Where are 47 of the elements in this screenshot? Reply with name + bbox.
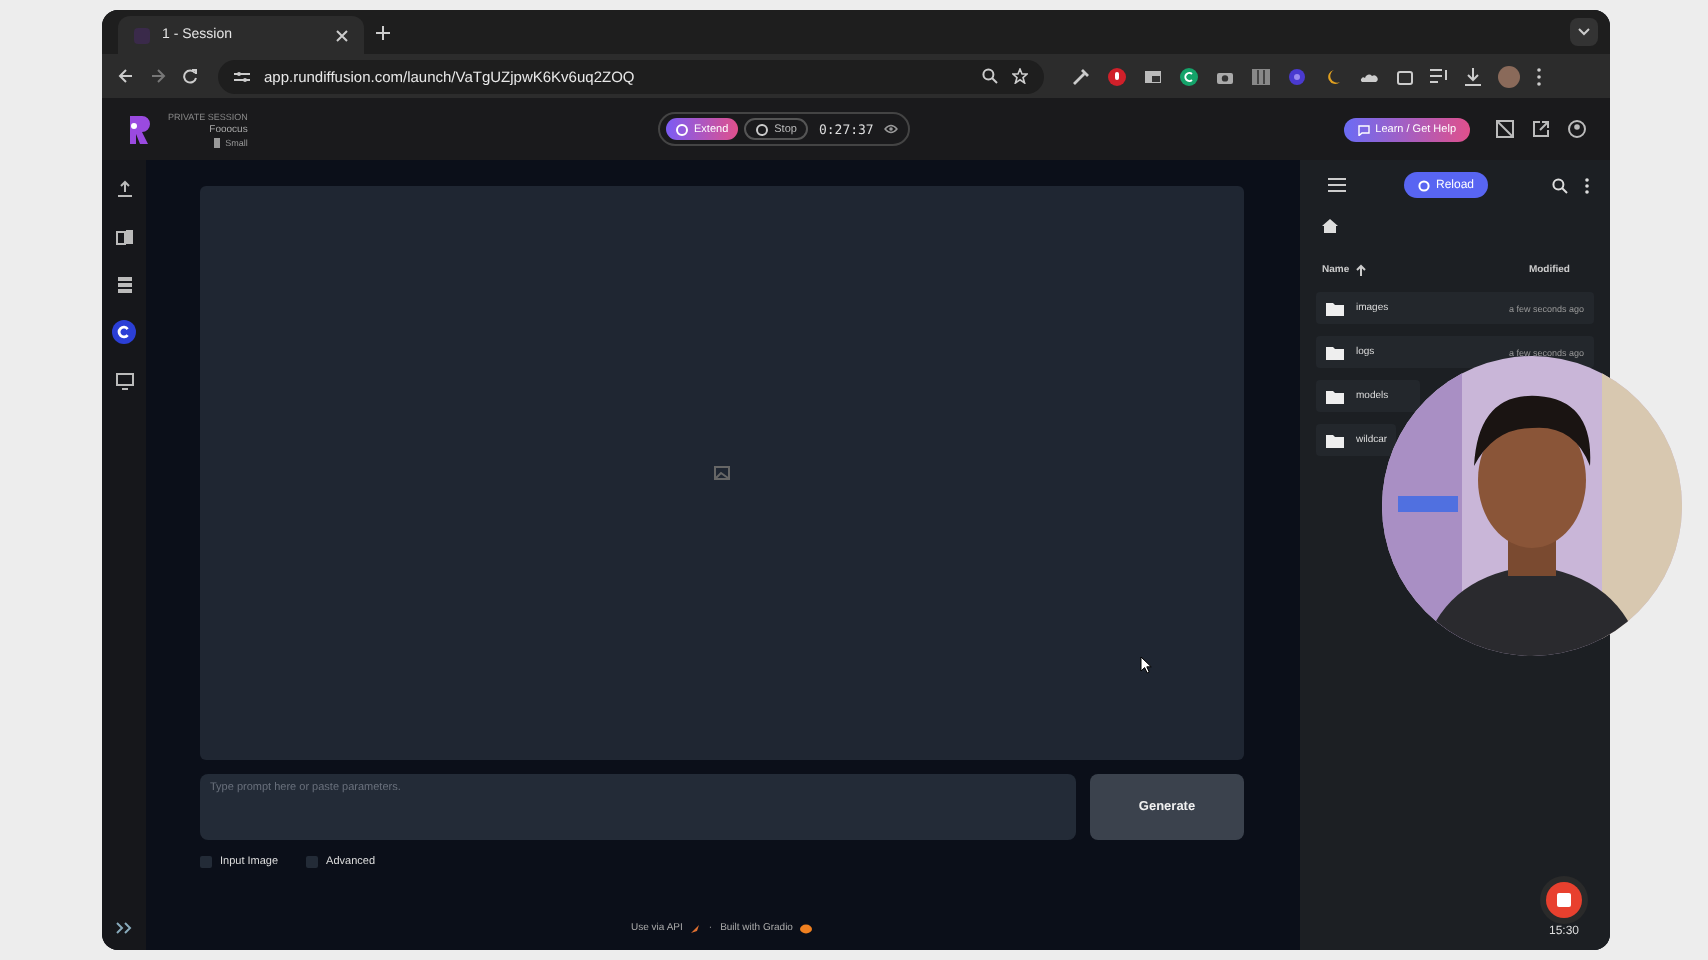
image-off-icon[interactable]: [1496, 120, 1514, 138]
back-icon[interactable]: [118, 68, 134, 84]
image-placeholder-icon: [714, 466, 730, 480]
star-icon[interactable]: [1012, 68, 1028, 84]
mouse-cursor-icon: [1140, 656, 1152, 674]
close-icon[interactable]: [336, 29, 348, 41]
folder-icon: [1326, 389, 1344, 403]
new-tab-icon[interactable]: [376, 25, 390, 39]
window-icon[interactable]: [1144, 67, 1162, 85]
home-icon[interactable]: [1322, 218, 1338, 234]
chat-icon[interactable]: [1357, 123, 1370, 135]
eye-icon[interactable]: [883, 124, 898, 134]
tab-list-button[interactable]: [1570, 18, 1598, 46]
zoom-icon[interactable]: [982, 68, 998, 84]
download-icon[interactable]: [1464, 67, 1482, 85]
ring-icon[interactable]: [1288, 67, 1306, 85]
microphone-icon[interactable]: [1108, 67, 1126, 85]
server-icon: [213, 137, 220, 147]
sort-up-icon[interactable]: [1355, 264, 1366, 276]
puzzle-icon[interactable]: [1396, 67, 1414, 85]
camera-icon[interactable]: [1216, 67, 1234, 85]
profile-avatar[interactable]: [1498, 65, 1520, 87]
user-icon[interactable]: [1568, 120, 1586, 138]
more-icon[interactable]: [1536, 67, 1542, 85]
stop-circle-icon[interactable]: [756, 123, 769, 135]
more-icon[interactable]: [1584, 177, 1590, 193]
checkbox[interactable]: [306, 856, 319, 868]
media-icon[interactable]: [1430, 68, 1448, 84]
chevron-icon[interactable]: [1578, 28, 1590, 36]
forward-icon[interactable]: [150, 68, 166, 84]
letter-circle-icon[interactable]: [1180, 67, 1198, 85]
folder-icon: [1326, 301, 1344, 315]
eyedropper-icon[interactable]: [1072, 67, 1090, 85]
folder-icon: [1326, 433, 1344, 447]
moon-icon[interactable]: [1324, 67, 1342, 85]
open-external-icon[interactable]: [1532, 120, 1550, 138]
checkbox[interactable]: [200, 856, 212, 868]
favicon-icon: [134, 27, 150, 43]
grid-icon[interactable]: [1252, 67, 1270, 85]
folder-icon: [1326, 345, 1344, 359]
search-icon[interactable]: [1552, 177, 1568, 193]
reload-icon[interactable]: [182, 68, 198, 84]
app-logo-icon[interactable]: [126, 113, 150, 145]
gradio-logo-icon: [800, 923, 813, 933]
site-settings-icon[interactable]: [234, 69, 250, 83]
expand-icon[interactable]: [116, 922, 132, 934]
menu-icon[interactable]: [1328, 178, 1346, 192]
